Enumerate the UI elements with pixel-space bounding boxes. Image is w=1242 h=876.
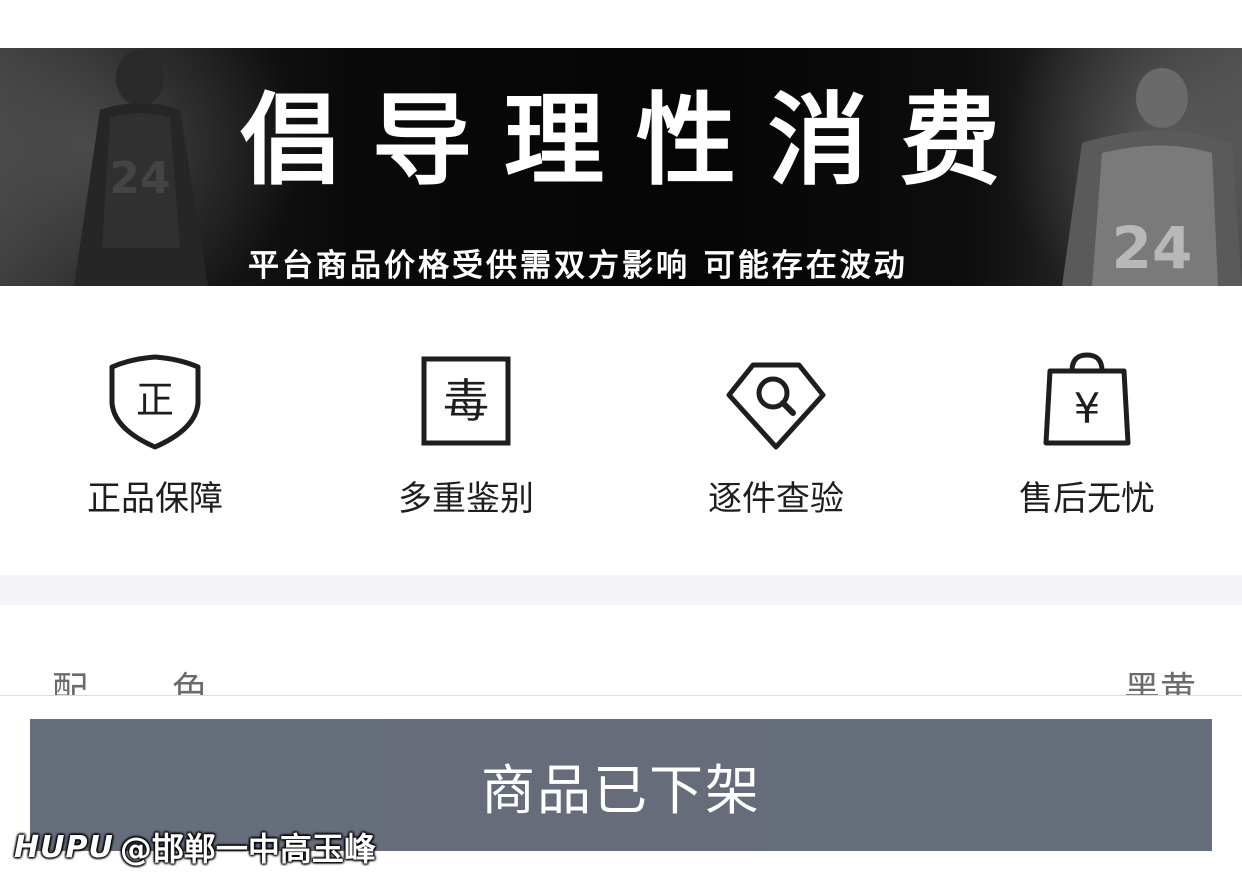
- hupu-watermark: HUPU @邯郸一中高玉峰: [14, 824, 376, 870]
- feature-multi-check[interactable]: 毒 多重鉴别: [356, 351, 576, 519]
- svg-text:正: 正: [136, 378, 174, 422]
- svg-text:毒: 毒: [443, 374, 489, 428]
- spec-value: 黑黄: [1123, 670, 1196, 695]
- du-logo-icon: 毒: [421, 356, 511, 446]
- feature-label: 多重鉴别: [398, 479, 534, 519]
- feature-after-sales[interactable]: ¥ 售后无忧: [977, 351, 1197, 519]
- shield-zheng-icon: 正: [109, 354, 201, 450]
- svg-text:¥: ¥: [1074, 384, 1101, 433]
- svg-text:24: 24: [1112, 214, 1193, 282]
- banner-headline: 倡导理性消费: [240, 82, 1032, 199]
- feature-item-inspection[interactable]: 逐件查验: [666, 351, 886, 519]
- section-divider: [0, 575, 1242, 605]
- banner-subline: 平台商品价格受供需双方影响 可能存在波动: [248, 248, 908, 284]
- watermark-brand: HUPU: [14, 829, 114, 865]
- svg-text:24: 24: [109, 153, 170, 204]
- shopping-bag-yen-icon: ¥: [1043, 352, 1131, 446]
- feature-label: 正品保障: [87, 479, 223, 519]
- feature-label: 逐件查验: [708, 479, 844, 519]
- feature-label: 售后无忧: [1019, 479, 1155, 519]
- watermark-handle: @邯郸一中高玉峰: [119, 830, 376, 868]
- promo-banner[interactable]: 24 24 倡导理性消费 平台商品价格受供需双方影响 可能存在波动: [0, 48, 1242, 286]
- guarantee-features: 正 正品保障 毒 多重鉴别 逐件查验 ¥ 售后无忧: [0, 286, 1242, 575]
- player-silhouette-right: 24: [1062, 68, 1242, 286]
- player-silhouette-left: 24: [74, 50, 208, 286]
- feature-authentic[interactable]: 正 正品保障: [45, 351, 265, 519]
- spec-row-color: 配色 黑黄: [0, 605, 1242, 695]
- spec-label: 配色: [52, 670, 293, 695]
- diamond-magnifier-icon: [726, 362, 826, 450]
